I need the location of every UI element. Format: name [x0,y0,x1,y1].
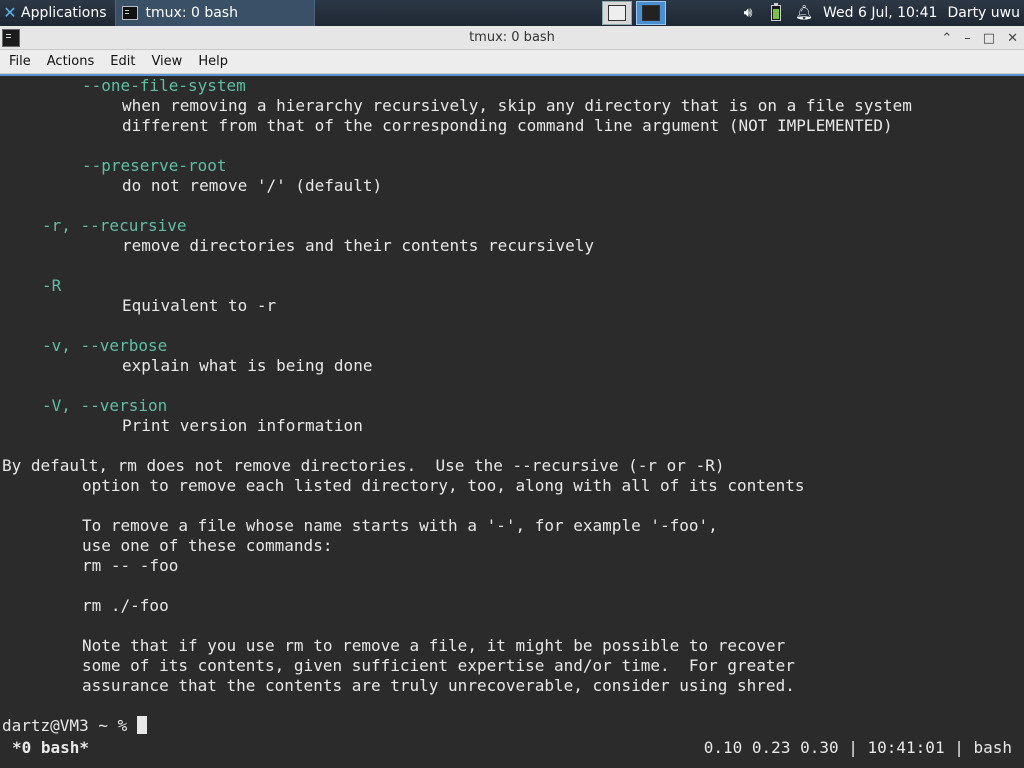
window-controls: ⌃ – □ ✕ [941,26,1018,50]
terminal-line: different from that of the corresponding… [122,116,893,135]
top-panel: ✕ Applications tmux: 0 bash 🔊︎ 🔔︎ Wed 6 … [0,0,1024,26]
terminal-line: use one of these commands: [82,536,333,555]
terminal-line: -V, --version [42,396,168,415]
tmux-window-label[interactable]: *0 bash* [12,738,89,758]
terminal-line: option to remove each listed directory, … [82,476,805,495]
terminal-line: -v, --verbose [42,336,168,355]
menu-actions[interactable]: Actions [38,50,102,74]
system-tray: 🔊︎ 🔔︎ Wed 6 Jul, 10:41 Darty uwu [739,0,1024,26]
menu-bar: File Actions Edit View Help [0,50,1024,74]
tmux-status-bar: *0 bash* 0.10 0.23 0.30 | 10:41:01 | bas… [0,738,1024,762]
terminal-line: To remove a file whose name starts with … [82,516,718,535]
window-title: tmux: 0 bash [469,30,555,45]
text-cursor [136,716,147,734]
workspace-1-button[interactable] [602,1,632,25]
maximize-window-icon[interactable]: □ [983,31,995,46]
menu-file[interactable]: File [0,50,38,74]
terminal-line: Equivalent to -r [122,296,277,315]
terminal-line: some of its contents, given sufficient e… [82,656,795,675]
window-terminal-icon[interactable] [2,29,20,47]
terminal-icon [121,6,138,20]
workspace-switcher [602,1,666,25]
terminal-line: rm ./-foo [82,596,169,615]
notification-bell-icon[interactable]: 🔔︎ [795,4,813,22]
workspace-2-button[interactable] [636,1,666,25]
terminal-line: Note that if you use rm to remove a file… [82,636,786,655]
terminal-line: remove directories and their contents re… [122,236,595,255]
shell-prompt: dartz@VM3 ~ % [2,716,137,735]
terminal-window-thumbnail-icon [642,5,660,21]
volume-icon[interactable]: 🔊︎ [739,4,757,22]
taskbar-item-label: tmux: 0 bash [145,5,238,21]
shade-window-icon[interactable]: ⌃ [941,31,952,46]
terminal-line: assurance that the contents are truly un… [82,676,795,695]
window-titlebar[interactable]: tmux: 0 bash ⌃ – □ ✕ [0,26,1024,50]
menu-edit[interactable]: Edit [101,50,142,74]
xfce-logo-icon: ✕ [3,3,17,22]
notes-window-thumbnail-icon [608,5,626,21]
close-window-icon[interactable]: ✕ [1007,31,1018,46]
terminal-line: explain what is being done [122,356,373,375]
terminal-line: -r, --recursive [42,216,187,235]
terminal-line: rm -- -foo [82,556,179,575]
taskbar-item-tmux[interactable]: tmux: 0 bash [114,0,315,26]
terminal-line: Print version information [122,416,363,435]
menu-view[interactable]: View [142,50,189,74]
tmux-status-info: 0.10 0.23 0.30 | 10:41:01 | bash [703,738,1012,757]
battery-icon[interactable] [767,3,785,22]
applications-menu-button[interactable]: ✕ Applications [0,0,111,26]
terminal-line: -R [42,276,62,295]
terminal-area[interactable]: --one-file-system when removing a hierarc… [0,74,1024,768]
clock[interactable]: Wed 6 Jul, 10:41 [823,5,937,21]
terminal-line: when removing a hierarchy recursively, s… [122,96,912,115]
terminal-line: By default, rm does not remove directori… [2,456,725,475]
terminal-line: --preserve-root [82,156,227,175]
applications-label: Applications [21,5,107,21]
shell-prompt-line[interactable]: dartz@VM3 ~ % [2,716,147,736]
minimize-window-icon[interactable]: – [964,31,971,46]
menu-help[interactable]: Help [189,50,235,74]
terminal-line: --one-file-system [82,76,246,95]
user-menu[interactable]: Darty uwu [947,5,1020,21]
terminal-line: do not remove '/' (default) [122,176,383,195]
